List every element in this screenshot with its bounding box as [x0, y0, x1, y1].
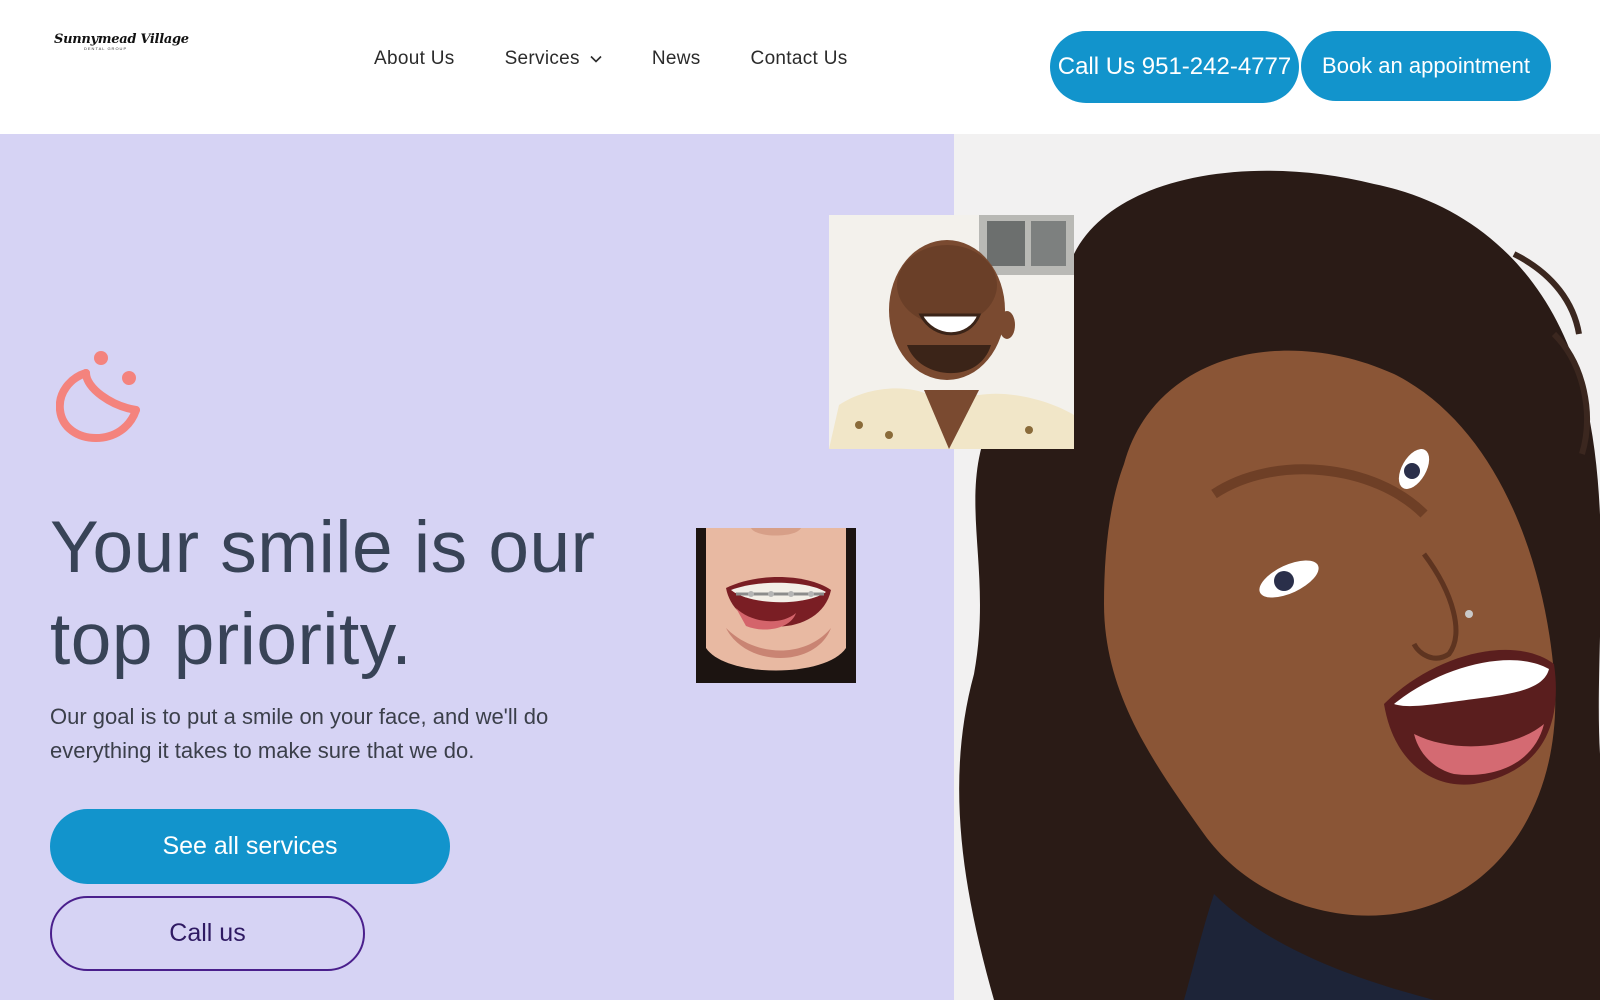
logo[interactable]: Sunnymead Village DENTAL GROUP — [52, 24, 189, 64]
nav-item-services-label: Services — [504, 48, 580, 69]
hero-headline: Your smile is our top priority. — [50, 507, 596, 680]
laughing-man-photo — [829, 215, 1074, 449]
nav-item-services[interactable]: Services — [505, 48, 602, 70]
smile-icon — [56, 351, 140, 443]
logo-text: Sunnymead Village DENTAL GROUP — [54, 32, 189, 51]
braces-smile-photo — [696, 528, 856, 683]
nav-item-about-us[interactable]: About Us — [374, 48, 455, 70]
site-header: Sunnymead Village DENTAL GROUP About Us … — [0, 0, 1600, 134]
hero-subtext: Our goal is to put a smile on your face,… — [50, 704, 549, 763]
call-phone-button[interactable]: Call Us 951-242-4777 — [1050, 31, 1299, 103]
logo-name: Sunnymead Village — [54, 32, 189, 47]
see-all-services-button[interactable]: See all services — [50, 809, 450, 884]
logo-subtitle: DENTAL GROUP — [84, 46, 128, 51]
main-nav: About Us Services News Contact Us — [374, 46, 848, 72]
call-us-button[interactable]: Call us — [50, 896, 365, 971]
nav-item-news[interactable]: News — [652, 48, 701, 70]
chevron-down-icon[interactable] — [590, 55, 602, 63]
nav-item-contact-us[interactable]: Contact Us — [751, 48, 848, 70]
book-appointment-button[interactable]: Book an appointment — [1301, 31, 1551, 101]
